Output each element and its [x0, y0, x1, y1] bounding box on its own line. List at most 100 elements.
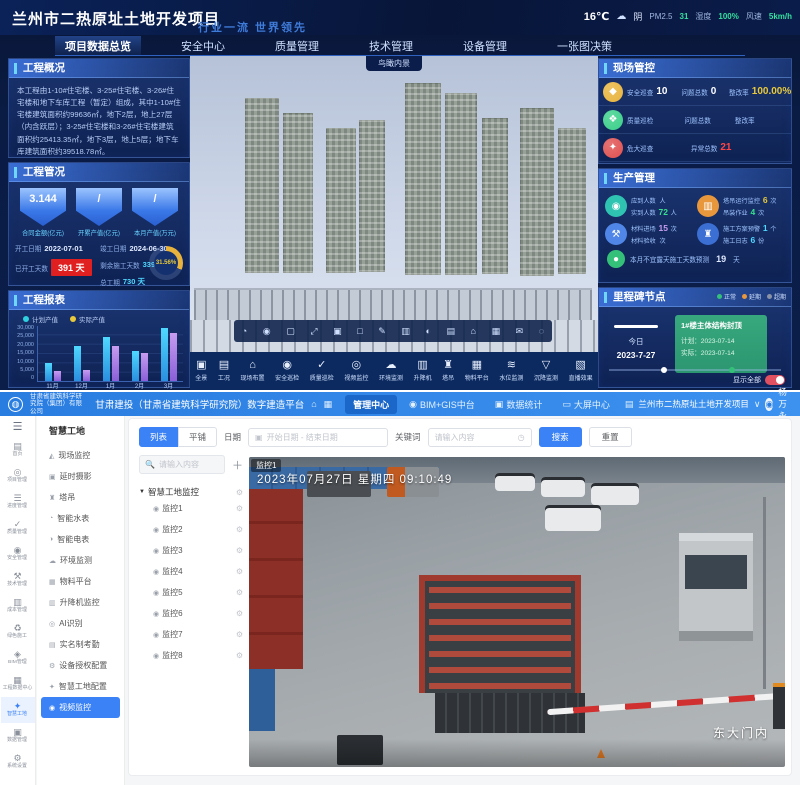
tree-camera-node[interactable]: ◉监控8⚙ [139, 645, 243, 666]
building-icon[interactable]: ▥ [401, 326, 410, 337]
gear-icon[interactable]: ⚙ [236, 546, 243, 555]
rail-item-data-center[interactable]: ▦工程数据中心 [1, 671, 35, 697]
bim-tool-video-monitor[interactable]: ◎视频监控 [344, 360, 368, 382]
bim-tool-hoist[interactable]: ▥升降机 [414, 360, 432, 382]
home-icon[interactable]: ⌂ [311, 399, 316, 409]
rail-item-smart-site[interactable]: ✦智慧工地 [1, 697, 35, 723]
annotate-icon[interactable]: ✎ [378, 326, 386, 337]
view-icon[interactable]: ◉ [263, 326, 271, 337]
bim-tool-water-level[interactable]: ≋水位监测 [499, 360, 523, 382]
bim-tool-condition[interactable]: ▤工况 [218, 360, 230, 382]
milestone-timeline[interactable] [609, 369, 781, 371]
box-icon[interactable]: □ [357, 326, 362, 336]
reset-button[interactable]: 重置 [589, 427, 632, 447]
tree-camera-node[interactable]: ◉监控3⚙ [139, 540, 243, 561]
video-feed[interactable]: 监控1 2023年07月27日 星期四 09:10:49 东大门内 [249, 457, 785, 767]
nav-item[interactable]: 技术管理 [359, 36, 423, 55]
tree-camera-node[interactable]: ◉监控1⚙ [139, 498, 243, 519]
bim-tool-live-effect[interactable]: ▧直播效果 [569, 360, 593, 382]
tree-camera-node[interactable]: ◉监控4⚙ [139, 561, 243, 582]
rail-item-settings[interactable]: ⚙系统设置 [1, 749, 35, 775]
chevron-down-icon[interactable]: ∨ [754, 399, 761, 410]
gear-icon[interactable]: ⚙ [236, 504, 243, 513]
project-selector[interactable]: 兰州市二热原址土地开发项目 [638, 398, 749, 410]
platform-tab[interactable]: ◉BIM+GIS中台 [401, 395, 483, 414]
rail-item-tech[interactable]: ⚒技术管理 [1, 567, 35, 593]
submenu-item[interactable]: ✦智慧工地配置 [37, 676, 124, 697]
view-mode-tab[interactable]: 鸟瞰内景 [366, 56, 422, 71]
gear-icon[interactable]: ⚙ [236, 630, 243, 639]
tree-camera-node[interactable]: ◉监控6⚙ [139, 603, 243, 624]
rail-item-bim[interactable]: ◈BIM管理 [1, 645, 35, 671]
submenu-item[interactable]: ⚙设备授权配置 [37, 655, 124, 676]
gear-icon[interactable]: ⚙ [236, 588, 243, 597]
bim-viewport[interactable]: 鸟瞰内景 ◔ ◉ ▢ ⤢ ▣ □ ✎ ▥ ◐ ▤ ⌂ ▦ ✉ ◌ ▣全景 ▤工况 ⌂现场布置 ◉安全巡检 ✓质量巡… [190, 56, 598, 390]
rail-item-safety[interactable]: ◉安全管理 [1, 541, 35, 567]
rail-item-cost[interactable]: ▥成本管理 [1, 593, 35, 619]
submenu-item[interactable]: ◎AI识别 [37, 613, 124, 634]
keyword-input[interactable]: 请输入内容 ◷ [428, 428, 532, 447]
rail-item-schedule[interactable]: ☰进度管理 [1, 489, 35, 515]
add-camera-button[interactable]: ＋ [232, 457, 243, 473]
bim-tool-tower-crane[interactable]: ♜塔吊 [442, 360, 454, 382]
tree-root-node[interactable]: ▼ 智慧工地监控 ⚙ [139, 486, 243, 498]
bim-tool-material-platform[interactable]: ▦物料平台 [465, 360, 489, 382]
platform-tab[interactable]: ▭大屏中心 [554, 395, 618, 414]
rail-item-quality[interactable]: ✓质量管理 [1, 515, 35, 541]
submenu-item[interactable]: ◔智能水表 [37, 508, 124, 529]
tile-view-button[interactable]: 平铺 [178, 427, 217, 447]
avatar[interactable]: ◉ [765, 398, 773, 411]
gear-icon[interactable]: ⚙ [236, 651, 243, 660]
reset-icon[interactable]: ◌ [539, 326, 544, 336]
tree-camera-node[interactable]: ◉监控7⚙ [139, 624, 243, 645]
nav-item[interactable]: 设备管理 [453, 36, 517, 55]
bim-tool-panorama[interactable]: ▣全景 [195, 360, 207, 382]
milestone-card[interactable]: 1#楼主体结构封顶 计划：2023-07-14 实际：2023-07-14 [675, 315, 767, 373]
list-view-button[interactable]: 列表 [139, 427, 178, 447]
tree-search-input[interactable]: 🔍 请输入内容 [139, 455, 225, 474]
submenu-item[interactable]: ☁环境监测 [37, 550, 124, 571]
platform-tab[interactable]: ▣数据统计 [487, 395, 551, 414]
nav-item[interactable]: 质量管理 [265, 36, 329, 55]
rail-item-project[interactable]: ◎项目管理 [1, 463, 35, 489]
gear-icon[interactable]: ⚙ [236, 609, 243, 618]
measure-icon[interactable]: ◔ [242, 326, 247, 336]
submenu-item[interactable]: ♜塔吊 [37, 487, 124, 508]
platform-tab[interactable]: 管理中心 [345, 395, 397, 414]
shadow-icon[interactable]: ◐ [425, 326, 430, 336]
submenu-item[interactable]: ◉视频监控 [41, 697, 120, 718]
submenu-item[interactable]: ◭现场监控 [37, 445, 124, 466]
rail-item-green[interactable]: ♻绿色施工 [1, 619, 35, 645]
gear-icon[interactable]: ⚙ [236, 567, 243, 576]
apps-grid-icon[interactable]: ▦ [324, 399, 333, 410]
submenu-item[interactable]: ▥升降机监控 [37, 592, 124, 613]
section-icon[interactable]: ▣ [333, 326, 342, 337]
search-button[interactable]: 搜索 [539, 427, 582, 447]
nav-item[interactable]: 一张图决策 [547, 36, 622, 55]
bim-tool-env-monitor[interactable]: ☁环境监测 [379, 360, 403, 382]
bim-tool-settlement[interactable]: ▽沉降监测 [534, 360, 558, 382]
submenu-item[interactable]: ▣延时摄影 [37, 466, 124, 487]
home-icon[interactable]: ⌂ [471, 326, 476, 336]
submenu-item[interactable]: ▦物料平台 [37, 571, 124, 592]
grid-icon[interactable]: ▦ [492, 326, 501, 337]
gear-icon[interactable]: ⚙ [236, 525, 243, 534]
nav-item[interactable]: 项目数据总览 [55, 36, 141, 55]
bim-tool-site-layout[interactable]: ⌂现场布置 [241, 360, 265, 382]
tree-camera-node[interactable]: ◉监控2⚙ [139, 519, 243, 540]
layers-icon[interactable]: ▢ [286, 326, 295, 337]
fullscreen-icon[interactable]: ⤢ [310, 326, 317, 337]
date-range-input[interactable]: ▣ 开始日期 - 结束日期 [248, 428, 388, 447]
menu-hamburger-icon[interactable]: ☰ [13, 420, 23, 433]
rail-item-home[interactable]: ▤首页 [1, 437, 35, 463]
stack-icon[interactable]: ▤ [446, 326, 455, 337]
submenu-item[interactable]: ▤实名制考勤 [37, 634, 124, 655]
bim-tool-quality-patrol[interactable]: ✓质量巡检 [310, 360, 334, 382]
bim-tool-safety-patrol[interactable]: ◉安全巡检 [275, 360, 299, 382]
nav-item[interactable]: 安全中心 [171, 36, 235, 55]
tree-camera-node[interactable]: ◉监控5⚙ [139, 582, 243, 603]
message-icon[interactable]: ✉ [516, 326, 524, 337]
gear-icon[interactable]: ⚙ [236, 488, 243, 497]
rail-item-data[interactable]: ▣数据管理 [1, 723, 35, 749]
show-all-toggle[interactable] [765, 375, 785, 385]
